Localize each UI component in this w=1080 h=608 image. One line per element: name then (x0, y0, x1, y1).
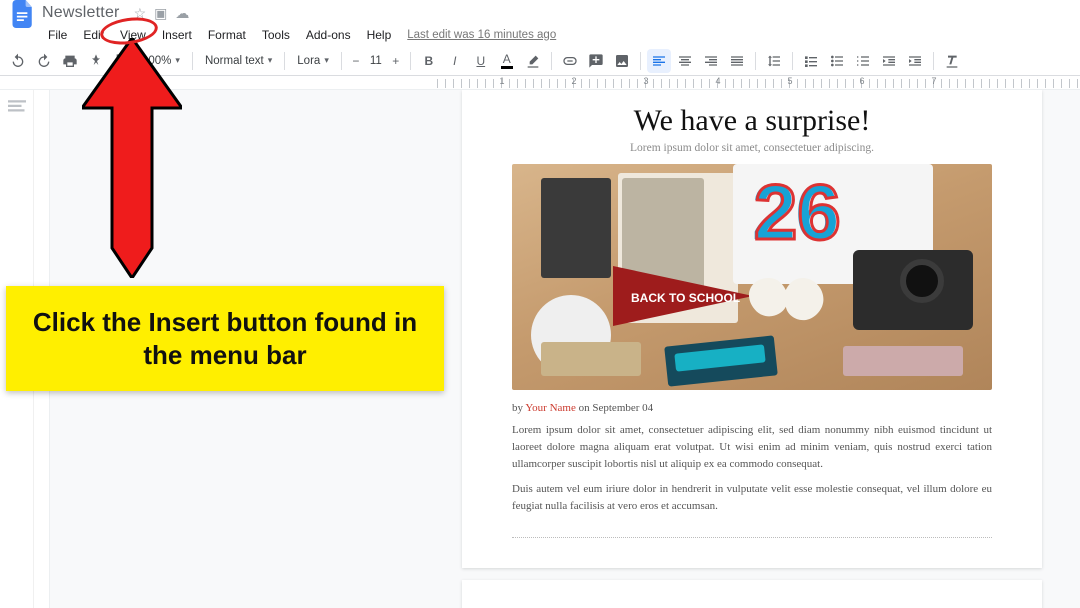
paragraph-style-combo[interactable]: Normal text ▾ (199, 50, 278, 72)
hero-image[interactable]: 26 26 BACK TO SCHOOL (512, 164, 992, 390)
toolbar-separator (551, 52, 552, 70)
caret-down-icon: ▾ (268, 55, 273, 66)
doc-paragraph[interactable]: Duis autem vel eum iriure dolor in hendr… (512, 481, 992, 515)
ruler-number: 3 (643, 76, 648, 86)
document-page[interactable]: THIS WEEK'S TOP STORIES (462, 580, 1042, 608)
bold-button[interactable]: B (417, 49, 441, 73)
zoom-value: 100% (142, 55, 171, 67)
bulleted-list-button[interactable] (825, 49, 849, 73)
ruler-number: 2 (571, 76, 576, 86)
highlight-button[interactable] (521, 49, 545, 73)
zoom-combo[interactable]: 100% ▾ (136, 50, 186, 72)
ruler-number: 7 (931, 76, 936, 86)
font-value: Lora (297, 55, 320, 67)
menu-bar: File Edit View Insert Format Tools Add-o… (0, 24, 1080, 46)
document-page[interactable]: We have a surprise! Lorem ipsum dolor si… (462, 90, 1042, 568)
font-size-combo[interactable]: 11 (366, 50, 386, 72)
menu-edit[interactable]: Edit (75, 26, 112, 44)
decrease-indent-button[interactable] (877, 49, 901, 73)
font-combo[interactable]: Lora ▾ (291, 50, 335, 72)
font-size-value: 11 (370, 55, 382, 67)
ruler-number: 1 (499, 76, 504, 86)
cloud-status-icon[interactable]: ☁ (175, 5, 189, 22)
svg-text:BACK TO SCHOOL: BACK TO SCHOOL (631, 291, 740, 305)
menu-help[interactable]: Help (359, 26, 400, 44)
toolbar: 100% ▾ Normal text ▾ Lora ▾ − 11 + B I U A (0, 46, 1080, 76)
insert-link-button[interactable] (558, 49, 582, 73)
align-left-button[interactable] (647, 49, 671, 73)
font-size-decrease[interactable]: − (348, 49, 364, 73)
italic-button[interactable]: I (443, 49, 467, 73)
redo-button[interactable] (32, 49, 56, 73)
menu-insert[interactable]: Insert (154, 26, 200, 44)
line-spacing-button[interactable] (762, 49, 786, 73)
menu-format[interactable]: Format (200, 26, 254, 44)
ruler-number: 5 (787, 76, 792, 86)
menu-addons[interactable]: Add-ons (298, 26, 359, 44)
insert-image-button[interactable] (610, 49, 634, 73)
clear-formatting-button[interactable] (940, 49, 964, 73)
align-center-button[interactable] (673, 49, 697, 73)
spellcheck-button[interactable] (84, 49, 108, 73)
title-bar: Newsletter ☆ ▣ ☁ (0, 0, 1080, 24)
align-justify-button[interactable] (725, 49, 749, 73)
align-right-button[interactable] (699, 49, 723, 73)
menu-tools[interactable]: Tools (254, 26, 298, 44)
undo-button[interactable] (6, 49, 30, 73)
numbered-list-button[interactable] (851, 49, 875, 73)
text-color-button[interactable]: A (495, 49, 519, 73)
document-title[interactable]: Newsletter (42, 4, 120, 22)
toolbar-separator (640, 52, 641, 70)
toolbar-separator (410, 52, 411, 70)
ruler-number: 4 (715, 76, 720, 86)
doc-paragraph[interactable]: Lorem ipsum dolor sit amet, consectetuer… (512, 422, 992, 473)
annotation-text: Click the Insert button found in the men… (32, 306, 418, 371)
svg-text:26: 26 (754, 169, 841, 256)
toolbar-separator (192, 52, 193, 70)
annotation-callout: Click the Insert button found in the men… (6, 286, 444, 391)
toolbar-separator (284, 52, 285, 70)
caret-down-icon: ▾ (175, 55, 180, 66)
menu-view[interactable]: View (112, 26, 154, 44)
style-value: Normal text (205, 55, 264, 67)
toolbar-separator (755, 52, 756, 70)
outline-icon[interactable] (8, 100, 26, 114)
byline-date: on September 04 (576, 402, 653, 414)
increase-indent-button[interactable] (903, 49, 927, 73)
toolbar-separator (341, 52, 342, 70)
doc-byline[interactable]: by Your Name on September 04 (512, 402, 992, 414)
toolbar-separator (792, 52, 793, 70)
menu-file[interactable]: File (40, 26, 75, 44)
move-icon[interactable]: ▣ (154, 5, 167, 22)
ruler-number: 6 (859, 76, 864, 86)
horizontal-ruler[interactable]: 1 2 3 4 5 6 7 (0, 76, 1080, 90)
byline-prefix: by (512, 402, 525, 414)
print-button[interactable] (58, 49, 82, 73)
caret-down-icon: ▾ (324, 55, 329, 66)
docs-logo-icon[interactable] (12, 0, 34, 28)
doc-headline[interactable]: We have a surprise! (512, 104, 992, 138)
paint-format-button[interactable] (110, 49, 134, 73)
last-edit-link[interactable]: Last edit was 16 minutes ago (407, 29, 556, 41)
doc-subhead[interactable]: Lorem ipsum dolor sit amet, consectetuer… (512, 142, 992, 154)
checklist-button[interactable] (799, 49, 823, 73)
star-icon[interactable]: ☆ (134, 5, 147, 22)
byline-author: Your Name (525, 402, 576, 414)
underline-button[interactable]: U (469, 49, 493, 73)
font-size-increase[interactable]: + (388, 49, 404, 73)
add-comment-button[interactable] (584, 49, 608, 73)
divider-dotted (512, 537, 992, 538)
toolbar-separator (933, 52, 934, 70)
